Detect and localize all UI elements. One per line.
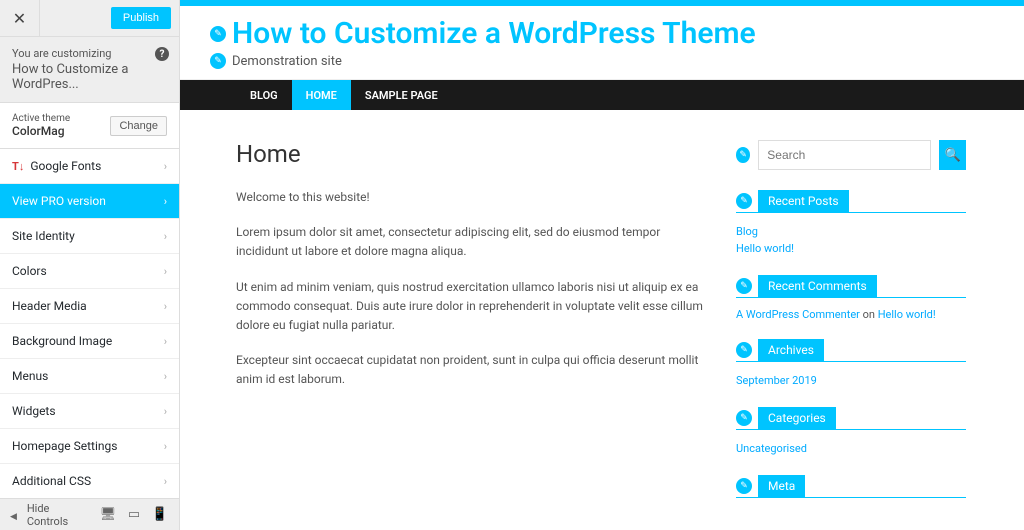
panel-label: Header Media <box>12 299 87 313</box>
chevron-right-icon: › <box>164 230 167 243</box>
chevron-right-icon: › <box>164 370 167 383</box>
commenter-link[interactable]: A WordPress Commenter <box>736 308 860 321</box>
categories-widget: ✎ Categories Uncategorised <box>736 407 966 457</box>
mobile-icon[interactable]: 📱 <box>149 504 171 526</box>
nav-item[interactable]: HOME <box>292 80 351 110</box>
widget-title: Recent Posts <box>758 190 849 212</box>
chevron-right-icon: › <box>164 160 167 173</box>
page-title: Home <box>236 140 706 168</box>
device-switcher: 🖥 ▭ 📱 <box>97 504 179 526</box>
panel-item[interactable]: T↓ Google Fonts › <box>0 149 179 184</box>
edit-widget-icon[interactable]: ✎ <box>736 342 752 358</box>
customizer-sidebar: ✕ Publish You are customizing How to Cus… <box>0 0 180 530</box>
panel-item[interactable]: View PRO version › <box>0 184 179 219</box>
site-title[interactable]: How to Customize a WordPress Theme <box>232 16 756 51</box>
active-theme-label: Active theme <box>12 113 70 124</box>
desktop-icon[interactable]: 🖥 <box>97 504 119 526</box>
edit-widget-icon[interactable]: ✎ <box>736 278 752 294</box>
panel-label: Colors <box>12 264 47 278</box>
search-input[interactable] <box>767 148 922 162</box>
hide-controls-button[interactable]: Hide Controls <box>0 502 97 528</box>
edit-widget-icon[interactable]: ✎ <box>736 478 752 494</box>
panel-label: Background Image <box>12 334 112 348</box>
widget-link[interactable]: Blog <box>736 223 966 240</box>
panel-item[interactable]: Background Image › <box>0 324 179 359</box>
search-icon: 🔍 <box>945 148 961 163</box>
panel-item[interactable]: Site Identity › <box>0 219 179 254</box>
preview-area: ✎ How to Customize a WordPress Theme ✎ D… <box>180 0 1024 530</box>
sidebar-header: ✕ Publish <box>0 0 179 37</box>
edit-widget-icon[interactable]: ✎ <box>736 193 752 209</box>
widget-link[interactable]: Hello world! <box>736 240 966 257</box>
search-input-wrap <box>758 140 931 170</box>
change-theme-button[interactable]: Change <box>110 116 167 136</box>
paragraph: Welcome to this website! <box>236 188 706 207</box>
collapse-icon <box>10 509 21 521</box>
widget-link[interactable]: September 2019 <box>736 372 966 389</box>
panel-label: View PRO version <box>12 194 106 208</box>
customizing-title: How to Customize a WordPres... <box>12 62 167 92</box>
panel-label: Site Identity <box>12 229 75 243</box>
nav-item[interactable]: SAMPLE PAGE <box>351 80 452 110</box>
recent-posts-widget: ✎ Recent Posts BlogHello world! <box>736 190 966 257</box>
widgets-column: ✎ 🔍 ✎ Recent Posts BlogHello world! <box>736 140 966 516</box>
panel-item[interactable]: Header Media › <box>0 289 179 324</box>
widget-link[interactable]: Uncategorised <box>736 440 966 457</box>
search-widget: ✎ 🔍 <box>736 140 966 170</box>
chevron-right-icon: › <box>164 195 167 208</box>
edit-tagline-icon[interactable]: ✎ <box>210 53 226 69</box>
nav-item[interactable]: BLOG <box>236 80 292 110</box>
panel-label: Google Fonts <box>30 159 101 173</box>
panel-item[interactable]: Widgets › <box>0 394 179 429</box>
edit-search-icon[interactable]: ✎ <box>736 147 750 163</box>
sidebar-footer: Hide Controls 🖥 ▭ 📱 <box>0 498 179 530</box>
publish-button[interactable]: Publish <box>111 7 171 29</box>
panel-label: Widgets <box>12 404 56 418</box>
font-icon: T↓ <box>12 160 24 173</box>
panel-list: T↓Google Fonts›View PRO version›Site Ide… <box>0 149 179 498</box>
close-button[interactable]: ✕ <box>0 0 40 37</box>
panel-label: Additional CSS <box>12 474 91 488</box>
hide-controls-label: Hide Controls <box>27 502 87 528</box>
panel-item[interactable]: Additional CSS › <box>0 464 179 498</box>
edit-title-icon[interactable]: ✎ <box>210 26 226 42</box>
recent-comments-widget: ✎ Recent Comments A WordPress Commenter … <box>736 275 966 321</box>
site-header: ✎ How to Customize a WordPress Theme ✎ D… <box>180 6 1024 80</box>
paragraph: Ut enim ad minim veniam, quis nostrud ex… <box>236 278 706 336</box>
search-button[interactable]: 🔍 <box>939 140 966 170</box>
chevron-right-icon: › <box>164 440 167 453</box>
customizing-info: You are customizing How to Customize a W… <box>0 37 179 103</box>
chevron-right-icon: › <box>164 405 167 418</box>
archives-widget: ✎ Archives September 2019 <box>736 339 966 389</box>
customizing-label: You are customizing <box>12 47 167 60</box>
widget-title: Recent Comments <box>758 275 877 297</box>
widget-title: Archives <box>758 339 824 361</box>
widget-title: Meta <box>758 475 805 497</box>
nav-bar: BLOGHOMESAMPLE PAGE <box>180 80 1024 110</box>
panel-item[interactable]: Colors › <box>0 254 179 289</box>
chevron-right-icon: › <box>164 335 167 348</box>
content-area: Home Welcome to this website! Lorem ipsum… <box>180 110 1024 530</box>
help-icon[interactable]: ? <box>155 47 169 61</box>
tablet-icon[interactable]: ▭ <box>123 504 145 526</box>
edit-widget-icon[interactable]: ✎ <box>736 410 752 426</box>
chevron-right-icon: › <box>164 265 167 278</box>
theme-name: ColorMag <box>12 124 70 138</box>
chevron-right-icon: › <box>164 475 167 488</box>
widget-title: Categories <box>758 407 836 429</box>
paragraph: Lorem ipsum dolor sit amet, consectetur … <box>236 223 706 261</box>
panel-item[interactable]: Menus › <box>0 359 179 394</box>
site-tagline: Demonstration site <box>232 54 342 69</box>
comment-item: A WordPress Commenter on Hello world! <box>736 308 966 321</box>
theme-info: Active theme ColorMag Change <box>0 103 179 149</box>
chevron-right-icon: › <box>164 300 167 313</box>
paragraph: Excepteur sint occaecat cupidatat non pr… <box>236 351 706 389</box>
meta-widget: ✎ Meta <box>736 475 966 498</box>
panel-label: Menus <box>12 369 48 383</box>
panel-item[interactable]: Homepage Settings › <box>0 429 179 464</box>
panel-label: Homepage Settings <box>12 439 117 453</box>
main-content: Home Welcome to this website! Lorem ipsum… <box>236 140 706 516</box>
comment-post-link[interactable]: Hello world! <box>878 308 936 321</box>
